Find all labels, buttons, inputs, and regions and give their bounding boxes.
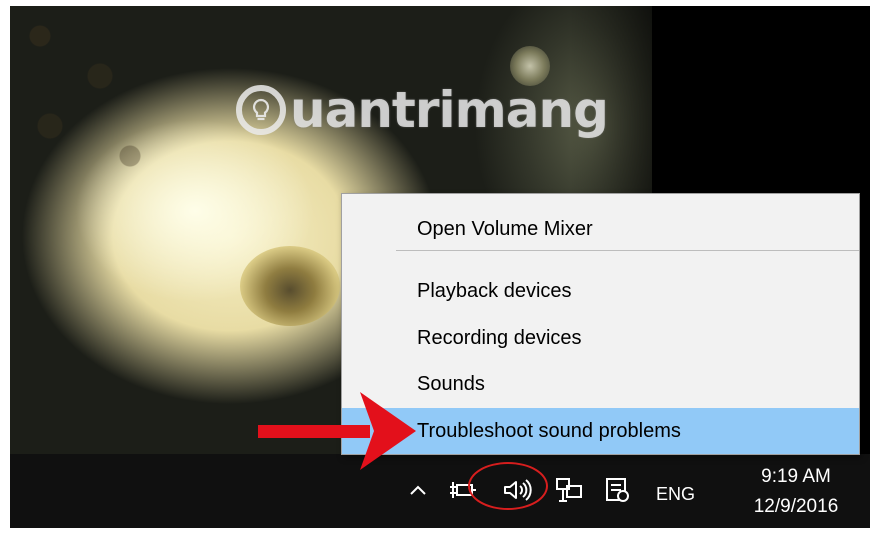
red-arrow-annotation — [258, 392, 416, 470]
chevron-up-icon[interactable] — [406, 476, 430, 504]
menu-item-playback-devices[interactable]: Playback devices — [342, 268, 859, 314]
menu-separator — [396, 250, 859, 251]
clock-date: 12/9/2016 — [753, 496, 839, 517]
watermark-text: uantrimang — [290, 81, 609, 139]
speaker-highlight-ring — [468, 462, 548, 510]
taskbar: ENG 9:19 AM 12/9/2016 — [10, 454, 870, 528]
action-center-icon[interactable] — [600, 476, 634, 504]
language-indicator[interactable]: ENG — [656, 484, 695, 505]
watermark: uantrimang — [236, 80, 609, 140]
menu-item-open-volume-mixer[interactable]: Open Volume Mixer — [342, 206, 859, 252]
menu-item-recording-devices[interactable]: Recording devices — [342, 315, 859, 361]
wallpaper-pattern — [10, 6, 180, 196]
network-icon[interactable] — [552, 476, 586, 504]
taskbar-clock[interactable]: 9:19 AM 12/9/2016 — [738, 462, 854, 522]
arrow-shaft — [258, 425, 370, 438]
wallpaper-eye — [240, 246, 340, 326]
clock-time: 9:19 AM — [761, 466, 831, 487]
lightbulb-icon — [236, 85, 286, 135]
